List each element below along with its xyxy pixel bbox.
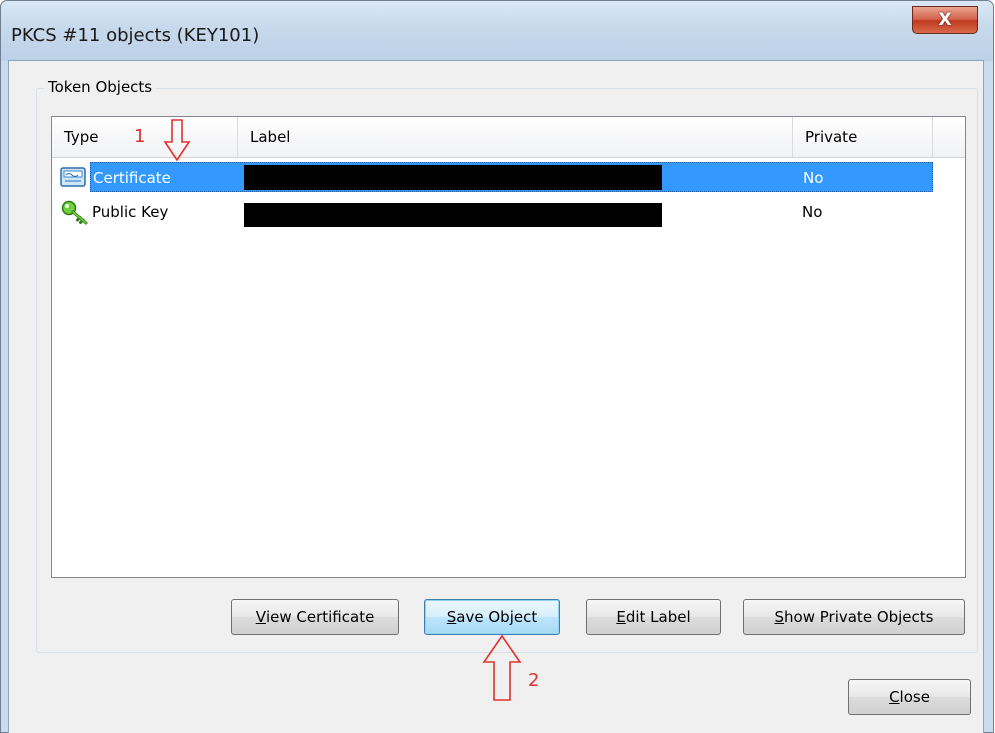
column-label-label: Label [250, 128, 291, 146]
save-object-label: ave Object [456, 608, 538, 626]
close-button[interactable]: Close [848, 679, 971, 715]
window-close-button[interactable]: X [912, 6, 978, 34]
edit-label-label: dit Label [625, 608, 691, 626]
edit-label-button[interactable]: Edit Label [586, 599, 721, 635]
key-icon [61, 200, 88, 225]
window-title: PKCS #11 objects (KEY101) [11, 25, 260, 46]
groupbox-label: Token Objects [44, 78, 157, 96]
title-bar[interactable]: PKCS #11 objects (KEY101) X [1, 1, 993, 61]
show-private-objects-button[interactable]: Show Private Objects [743, 599, 965, 635]
row-private-cell: No [802, 203, 823, 221]
accelerator-e: E [616, 608, 626, 626]
annotation-number-1: 1 [134, 126, 146, 147]
show-private-objects-label: how Private Objects [784, 608, 934, 626]
close-icon: X [938, 10, 952, 30]
close-label: lose [899, 688, 930, 706]
column-header-private[interactable]: Private [793, 117, 933, 157]
annotation-number-2: 2 [528, 670, 540, 691]
column-type-label: Type [64, 128, 99, 146]
column-header-label[interactable]: Label [238, 117, 793, 157]
token-objects-list[interactable]: Type Label Private Certificate No Public… [51, 116, 966, 578]
save-object-button[interactable]: Save Object [424, 599, 560, 635]
redacted-label-2 [244, 203, 662, 227]
redacted-label-1 [244, 165, 662, 190]
column-private-label: Private [805, 128, 858, 146]
accelerator-v: V [255, 608, 266, 626]
accelerator-s-private: S [774, 608, 785, 626]
down-arrow-icon [163, 119, 191, 162]
accelerator-s: S [446, 608, 457, 626]
view-certificate-label: iew Certificate [265, 608, 375, 626]
row-private-cell: No [803, 169, 824, 187]
row-type-cell: Public Key [92, 203, 169, 221]
certificate-icon [60, 167, 86, 187]
view-certificate-button[interactable]: View Certificate [231, 599, 399, 635]
up-arrow-icon [482, 634, 522, 701]
accelerator-c: C [889, 688, 900, 706]
row-type-cell: Certificate [93, 169, 171, 187]
